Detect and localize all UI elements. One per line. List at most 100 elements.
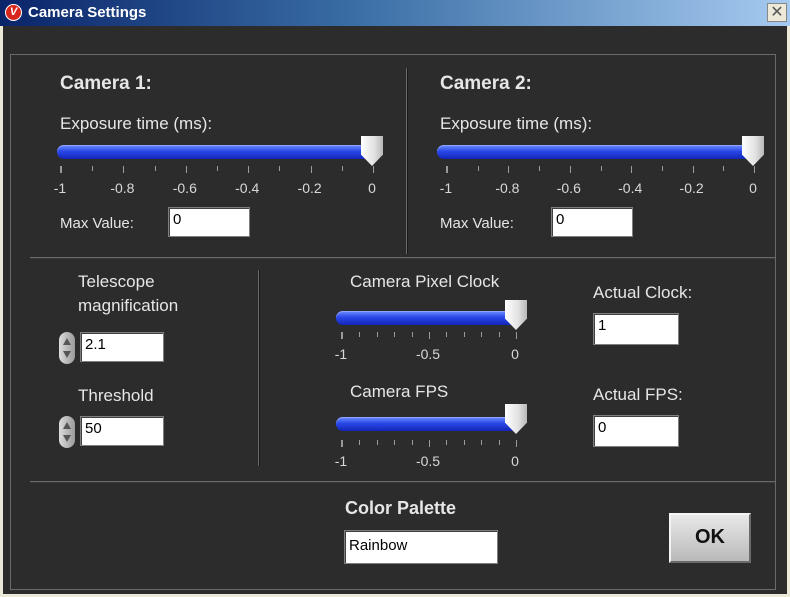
color-palette-select[interactable]: Rainbow [344,530,498,564]
increment-arrow-icon[interactable] [63,338,71,345]
slider-tick-label: -0.8 [495,180,520,196]
camera2-slider-scale [446,166,755,173]
threshold-input[interactable]: 50 [80,416,164,446]
slider-tick [248,166,250,173]
slider-tick [429,332,430,339]
slider-tick-label: -0.6 [556,180,581,196]
slider-tick [185,166,187,173]
camera-fps-slider[interactable] [336,417,522,431]
slider-tick-label: -0.2 [679,180,704,196]
title-bar: V Camera Settings ✕ [0,0,790,26]
camera-fps-slider-scale [341,440,517,447]
slider-tick-label: -0.8 [110,180,135,196]
slider-tick [342,440,343,447]
slider-tick-label: -0.6 [172,180,197,196]
slider-tick [569,166,571,173]
slider-tick [61,166,62,173]
slider-tick [429,440,430,447]
camera2-exposure-slider[interactable] [437,145,762,159]
slider-tick-label: 0 [511,453,519,469]
slider-tick [376,332,378,337]
slider-tick [516,440,517,447]
ok-button[interactable]: OK [669,513,751,563]
slider-tick [463,332,465,337]
pixel-clock-label: Camera Pixel Clock [350,272,500,291]
telescope-magnification-input[interactable]: 2.1 [80,332,164,362]
slider-tick [481,440,483,445]
slider-tick [123,166,125,173]
slider-tick [539,166,541,171]
increment-arrow-icon[interactable] [63,422,71,429]
threshold-spinner[interactable] [59,416,75,448]
camera2-max-value-field[interactable]: 0 [551,207,633,237]
actual-clock-field[interactable]: 1 [593,313,679,345]
threshold-label: Threshold [78,386,154,405]
close-button[interactable]: ✕ [767,3,787,22]
camera1-exposure-slider[interactable] [57,145,382,159]
slider-tick-label: -1 [334,346,348,362]
slider-tick [446,332,448,337]
slider-tick-label: 0 [368,180,376,196]
color-palette-label: Color Palette [345,498,457,518]
slider-tick-label: -0.4 [618,180,643,196]
slider-tick [508,166,510,173]
slider-tick-label: -0.5 [415,453,441,469]
slider-tick [373,166,374,173]
camera1-exposure-label: Exposure time (ms): [60,114,213,133]
slider-tick [376,440,378,445]
slider-tick [600,166,602,171]
slider-tick [516,332,517,339]
pixel-clock-slider[interactable] [336,311,522,325]
slider-tick [279,166,281,171]
camera-fps-label: Camera FPS [350,382,449,401]
slider-tick-label: -0.4 [235,180,260,196]
slider-tick-label: 0 [511,346,519,362]
slider-tick-label: -0.2 [297,180,322,196]
top-separator [30,257,775,259]
slider-tick [498,332,500,337]
slider-tick-label: -0.5 [415,346,441,362]
slider-tick [446,440,448,445]
decrement-arrow-icon[interactable] [63,351,71,358]
telescope-label-line1: Telescope [78,272,155,291]
slider-tick [463,440,465,445]
decrement-arrow-icon[interactable] [63,435,71,442]
actual-clock-label: Actual Clock: [593,283,693,302]
slider-tick-label: -1 [334,453,348,469]
slider-tick [411,332,413,337]
slider-tick [411,440,413,445]
slider-tick-label: -1 [439,180,453,196]
slider-tick [359,440,361,445]
slider-tick [477,166,479,171]
slider-tick [92,166,94,171]
actual-fps-label: Actual FPS: [593,385,683,404]
slider-tick [359,332,361,337]
slider-tick [154,166,156,171]
camera1-max-value-field[interactable]: 0 [168,207,250,237]
slider-tick [481,332,483,337]
app-logo-icon: V [5,4,22,21]
slider-tick [310,166,312,173]
slider-tick-label: 0 [749,180,757,196]
slider-tick [394,332,396,337]
slider-tick [447,166,448,173]
window-title: Camera Settings [28,4,147,21]
camera2-exposure-label: Exposure time (ms): [440,114,593,133]
slider-tick [692,166,694,173]
pixel-clock-slider-scale [341,332,517,339]
bottom-separator [30,481,775,483]
slider-tick [342,332,343,339]
slider-tick [394,440,396,445]
slider-tick-label: -1 [53,180,67,196]
actual-fps-field[interactable]: 0 [593,415,679,447]
slider-tick [217,166,218,171]
telescope-spinner[interactable] [59,332,75,364]
camera1-heading: Camera 1: [60,73,152,94]
left-divider [258,270,260,466]
camera2-heading: Camera 2: [440,73,532,94]
camera1-slider-scale [60,166,374,173]
slider-tick [754,166,755,173]
camera-divider [406,68,408,254]
slider-tick [498,440,500,445]
slider-tick [661,166,663,171]
